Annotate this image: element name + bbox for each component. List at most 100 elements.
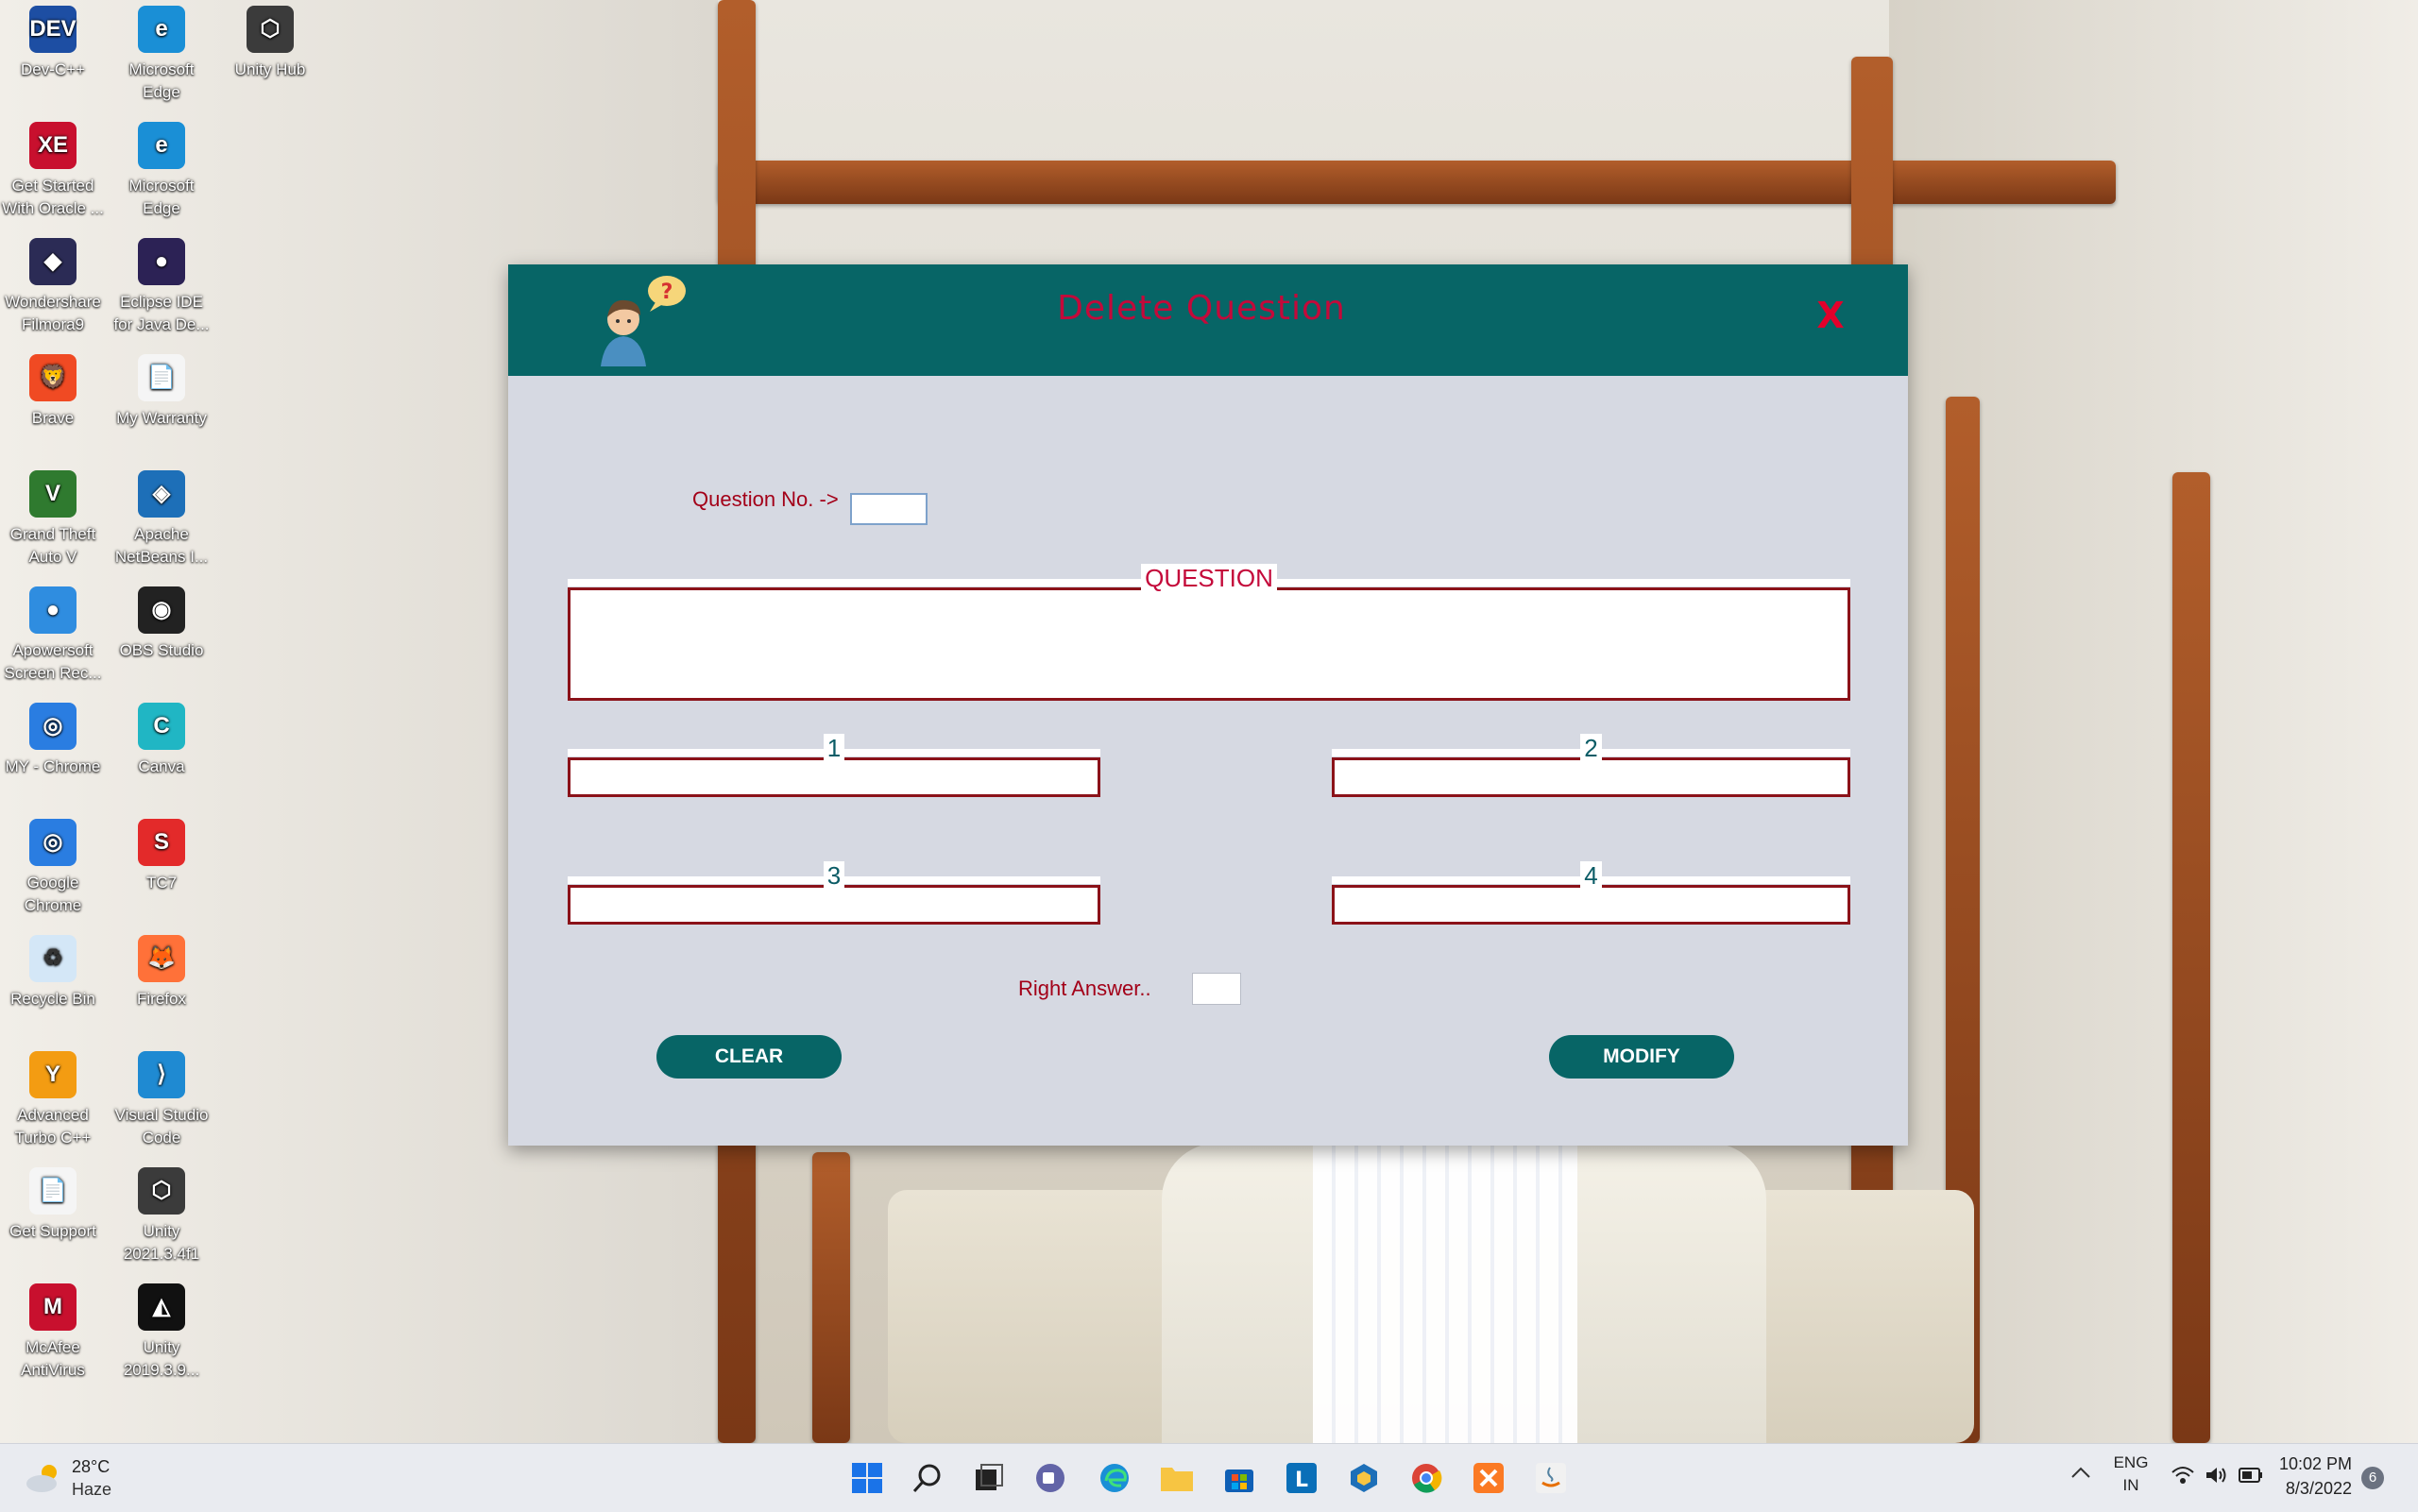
option-1-legend-label: 1 [823,734,845,762]
region-code: IN [2122,1476,2139,1494]
weather-widget[interactable]: 28°C Haze [25,1453,157,1503]
desktop-icon[interactable]: ◭ Unity 2019.3.9... [109,1283,214,1382]
option-field-top-line [1332,876,1850,884]
close-button[interactable]: X [1802,289,1859,342]
desktop-icon[interactable]: V Grand Theft Auto V [0,470,106,569]
clock-time: 10:02 PM [2278,1454,2352,1473]
desktop-icon[interactable]: e Microsoft Edge [109,6,214,104]
option-4-legend: 4 [1335,861,1848,890]
desktop-icon-label: Canva [138,757,185,775]
desktop-icon-label: Unity 2019.3.9... [123,1338,200,1379]
desktop-icon[interactable]: DEV Dev-C++ [0,6,106,81]
tc7-icon: S [138,819,185,866]
desktop-icon[interactable]: ● Apowersoft Screen Rec... [0,586,106,685]
show-hidden-icons-chevron-icon[interactable] [2070,1465,2091,1485]
option-2-legend: 2 [1335,734,1848,762]
clear-button[interactable]: CLEAR [656,1035,842,1079]
desktop-icon[interactable]: Y Advanced Turbo C++ [0,1051,106,1149]
option-field-top-line [568,749,1100,756]
task-view-icon[interactable] [965,1455,1011,1501]
modify-button[interactable]: MODIFY [1549,1035,1734,1079]
desktop-icon-label: Firefox [137,990,186,1008]
delete-question-dialog: ? Delete Question X Question No. -> QUES… [508,264,1908,1146]
xampp-icon[interactable] [1466,1455,1511,1501]
notification-count-badge[interactable]: 6 [2361,1467,2384,1489]
desktop-icon[interactable]: ◉ OBS Studio [109,586,214,662]
java-icon[interactable] [1528,1455,1574,1501]
wifi-icon[interactable] [2171,1465,2195,1490]
desktop-icon-label: McAfee AntiVirus [21,1338,85,1379]
desktop-icon[interactable]: 📄 My Warranty [109,354,214,430]
start-icon[interactable] [844,1455,890,1501]
desktop-icon[interactable]: ◆ Wondershare Filmora9 [0,238,106,336]
desktop-icon[interactable]: e Microsoft Edge [109,122,214,220]
chrome-icon[interactable] [1404,1455,1449,1501]
search-icon[interactable] [905,1455,950,1501]
option-field-top-line [568,876,1100,884]
file-explorer-icon[interactable] [1154,1455,1200,1501]
desktop-icon[interactable]: ◎ MY - Chrome [0,703,106,778]
chat-icon[interactable] [1028,1455,1073,1501]
taskbar-clock[interactable]: 10:02 PM 8/3/2022 [2229,1452,2352,1501]
option-1-field[interactable]: 1 [568,734,1100,797]
option-2-field[interactable]: 2 [1332,734,1850,797]
l-app-icon[interactable]: L [1279,1455,1324,1501]
option-4-field[interactable]: 4 [1332,861,1850,925]
desktop-icon[interactable]: S TC7 [109,819,214,894]
netbeans-icon[interactable] [1341,1455,1387,1501]
desktop-icon[interactable]: XE Get Started With Oracle ... [0,122,106,220]
desktop-icon-label: Apache NetBeans I... [114,525,209,566]
desktop-icon[interactable]: M McAfee AntiVirus [0,1283,106,1382]
desktop-icon[interactable]: ⬡ Unity Hub [217,6,323,81]
right-answer-input[interactable] [1192,973,1241,1005]
question-number-input[interactable] [850,493,928,525]
document-icon: 📄 [138,354,185,401]
weather-condition: Haze [72,1480,112,1499]
store-icon[interactable] [1217,1455,1262,1501]
filmora-icon: ◆ [29,238,77,285]
desktop-icon-label: MY - Chrome [5,757,101,775]
option-4-legend-label: 4 [1580,861,1602,890]
language-indicator[interactable]: ENG IN [2110,1452,2152,1497]
desktop-icon[interactable]: ● Eclipse IDE for Java De... [109,238,214,336]
desktop-icon[interactable]: 📄 Get Support [0,1167,106,1243]
desktop-icon-label: Get Started With Oracle ... [2,177,104,217]
option-3-field[interactable]: 3 [568,861,1100,925]
desktop-icon[interactable]: ⟩ Visual Studio Code [109,1051,214,1149]
desktop-icon-label: Microsoft Edge [128,177,195,217]
desktop-icon-label: Visual Studio Code [114,1106,209,1147]
question-field-top-line [568,579,1850,586]
desktop-icon-label: OBS Studio [119,641,204,659]
unity-hub-icon: ⬡ [247,6,294,53]
background-loom-post [2172,472,2210,1443]
netbeans-icon: ◈ [138,470,185,518]
background-loom-post [812,1152,850,1443]
desktop-icon[interactable]: ◈ Apache NetBeans I... [109,470,214,569]
firefox-icon: 🦊 [138,935,185,982]
edge-icon[interactable] [1092,1455,1137,1501]
unity-icon: ◭ [138,1283,185,1331]
apowersoft-icon: ● [29,586,77,634]
vscode-icon: ⟩ [138,1051,185,1098]
question-text-field[interactable]: QUESTION [568,564,1850,701]
desktop-icon-label: Brave [31,409,75,427]
desktop-icon-label: Wondershare Filmora9 [5,293,101,333]
volume-icon[interactable] [2205,1465,2229,1490]
desktop-icon[interactable]: ⬡ Unity 2021.3.4f1 [109,1167,214,1266]
dialog-header: ? Delete Question X [508,264,1908,376]
desktop-icon-label: TC7 [145,874,178,892]
option-2-legend-label: 2 [1580,734,1602,762]
edge-icon: e [138,6,185,53]
desktop-icon[interactable]: 🦁 Brave [0,354,106,430]
desktop-icon-label: Google Chrome [24,874,82,914]
option-3-legend: 3 [570,861,1098,890]
obs-icon: ◉ [138,586,185,634]
desktop-icon[interactable]: 🦊 Firefox [109,935,214,1011]
desktop-icon[interactable]: C Canva [109,703,214,778]
desktop-icon-label: Eclipse IDE for Java De... [113,293,210,333]
language-code: ENG [2113,1453,2149,1471]
desktop-icon-label: Advanced Turbo C++ [14,1106,92,1147]
desktop-icon[interactable]: ◎ Google Chrome [0,819,106,917]
brave-icon: 🦁 [29,354,77,401]
desktop-icon[interactable]: ♻ Recycle Bin [0,935,106,1011]
